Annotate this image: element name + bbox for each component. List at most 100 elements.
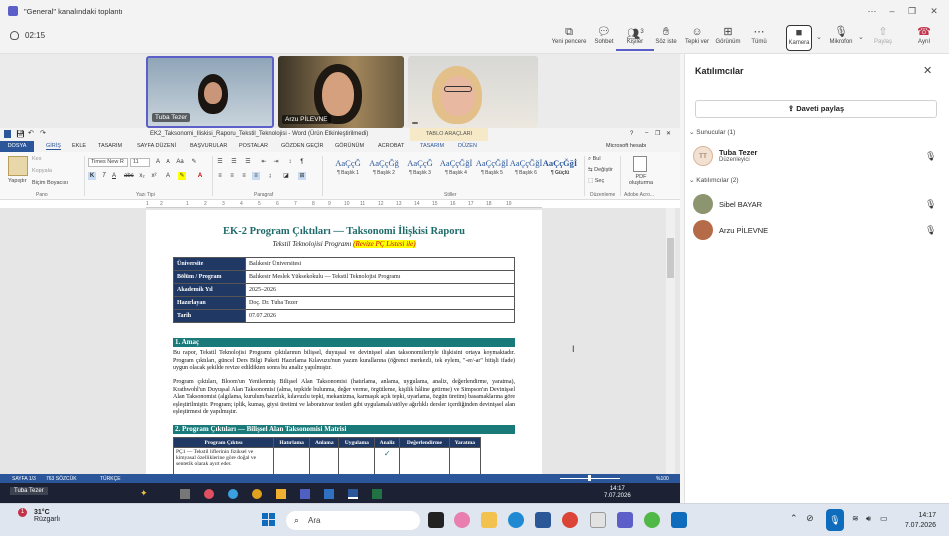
tab-gorunum[interactable]: GÖRÜNÜM [335, 143, 364, 149]
scrollbar-thumb[interactable] [667, 238, 674, 278]
undo-icon[interactable]: ↶ [28, 129, 34, 137]
shrink-font-icon[interactable]: A [164, 158, 172, 166]
align-center-icon[interactable]: ≡ [228, 172, 236, 180]
video-tile-arzu[interactable]: Arzu PİLEVNE [278, 56, 404, 128]
word-close-button[interactable]: ✕ [666, 130, 671, 137]
participant-row-tuba[interactable]: TT Tuba Tezer Düzenleyici 🎙︎ [693, 145, 943, 167]
camera-off-icon[interactable]: ⊘ [806, 513, 814, 523]
mic-options-chevron-icon[interactable]: ⌄ [858, 33, 864, 41]
edge-icon[interactable] [228, 489, 238, 499]
word-restore-button[interactable]: ❐ [655, 130, 660, 137]
mic-button[interactable]: 🎙︎ Mikrofon [822, 25, 860, 51]
show-marks-icon[interactable]: ¶ [298, 158, 306, 166]
mic-in-use-icon[interactable]: 🎙︎ [826, 509, 844, 531]
minimize-button[interactable]: – [884, 4, 900, 18]
word-minimize-button[interactable]: – [645, 130, 648, 136]
clear-format-icon[interactable]: ✎ [190, 158, 198, 166]
store-icon[interactable] [535, 512, 551, 528]
subscript-button[interactable]: x₂ [138, 172, 146, 180]
tab-postalar[interactable]: POSTALAR [239, 143, 268, 149]
more-button[interactable]: ⋯ Tümü [740, 25, 778, 51]
task-view-icon[interactable] [180, 489, 190, 499]
battery-icon[interactable]: ▭ [880, 514, 888, 523]
grow-font-icon[interactable]: A [154, 158, 162, 166]
align-right-icon[interactable]: ≡ [240, 172, 248, 180]
task-view-icon[interactable] [428, 512, 444, 528]
tray-chevron-icon[interactable]: ⌃ [790, 513, 798, 523]
increase-indent-icon[interactable]: ⇥ [272, 158, 280, 166]
teams-icon[interactable] [300, 489, 310, 499]
paste-icon[interactable] [8, 156, 28, 176]
align-left-icon[interactable]: ≡ [216, 172, 224, 180]
italic-button[interactable]: T [100, 172, 108, 180]
tab-acrobat[interactable]: ACROBAT [378, 143, 404, 149]
app-icon[interactable] [204, 489, 214, 499]
bullets-icon[interactable]: ☰ [216, 158, 224, 166]
select-button[interactable]: ⬚ Seç [588, 178, 604, 184]
participant-row-arzu[interactable]: Arzu PİLEVNE 🎙︎ [693, 219, 943, 241]
status-words[interactable]: 763 SÖZCÜK [46, 476, 77, 482]
participant-row-sibel[interactable]: Sibel BAYAR 🎙︎ [693, 193, 943, 215]
camera-options-chevron-icon[interactable]: ⌄ [816, 33, 822, 41]
word-taskbar-icon[interactable] [348, 489, 358, 499]
close-window-button[interactable]: ✕ [926, 4, 942, 18]
video-tile-tuba[interactable]: Tuba Tezer [146, 56, 274, 128]
justify-icon[interactable]: ≡ [252, 172, 260, 180]
video-tile-sibel[interactable] [408, 56, 538, 128]
underline-button[interactable]: A [110, 172, 118, 180]
help-icon[interactable]: ? [630, 131, 633, 137]
chrome-icon[interactable] [562, 512, 578, 528]
more-options-icon[interactable]: ⋯ [864, 4, 880, 18]
new-window-button[interactable]: ⧉ Yeni pencere [550, 25, 588, 51]
tab-ekle[interactable]: EKLE [72, 143, 86, 149]
shading-icon[interactable]: ◪ [282, 172, 290, 180]
font-name-select[interactable]: Times New R [88, 158, 128, 167]
taskbar-search[interactable]: ⌕ Ara [286, 511, 420, 530]
edge-icon[interactable] [508, 512, 524, 528]
snipping-tool-icon[interactable] [590, 512, 606, 528]
numbering-icon[interactable]: ☰ [230, 158, 238, 166]
taskbar-clock[interactable]: 14:17 7.07.2026 [896, 511, 936, 531]
restore-button[interactable]: ❐ [904, 4, 920, 18]
replace-button[interactable]: ⇆ Değiştir [588, 167, 613, 173]
chrome-icon[interactable] [252, 489, 262, 499]
font-color-icon[interactable]: A [196, 172, 204, 180]
volume-icon[interactable]: 🔊︎ [866, 514, 871, 524]
outlook-icon[interactable] [671, 512, 687, 528]
file-explorer-icon[interactable] [481, 512, 497, 528]
share-button[interactable]: ⇧ Paylaş [864, 25, 902, 51]
microsoft-account-link[interactable]: Microsoft hesabı [606, 143, 646, 149]
tab-giris[interactable]: GİRİŞ [46, 143, 61, 150]
text-effects-icon[interactable]: A [164, 172, 172, 180]
tab-table-tasarim[interactable]: TASARIM [420, 143, 444, 149]
tab-sayfa-duzeni[interactable]: SAYFA DÜZENİ [137, 143, 176, 149]
folder-icon[interactable] [276, 489, 286, 499]
style-strong[interactable]: AaÇçĞğİ ¶ Güçlü [538, 156, 582, 182]
line-spacing-icon[interactable]: ↨ [266, 172, 274, 180]
leave-button[interactable]: ☎︎ Ayrıl [905, 25, 943, 51]
tab-gozden-gecir[interactable]: GÖZDEN GEÇİR [281, 143, 323, 149]
multilevel-list-icon[interactable]: ☰ [244, 158, 252, 166]
format-painter-button[interactable]: Biçim Boyacısı [32, 180, 68, 186]
document-page[interactable]: EK-2 Program Çıktıları — Taksonomi İlişk… [146, 210, 542, 476]
close-icon[interactable]: ✕ [923, 64, 932, 77]
strikethrough-button[interactable]: abc [124, 172, 134, 180]
tab-dosya[interactable]: DOSYA [0, 141, 34, 152]
superscript-button[interactable]: x² [150, 172, 158, 180]
copilot-icon[interactable] [454, 512, 470, 528]
tab-table-duzen[interactable]: DÜZEN [458, 143, 477, 149]
camera-button[interactable]: ■ Kamera [786, 25, 812, 51]
status-language[interactable]: TÜRKÇE [100, 476, 121, 482]
sort-icon[interactable]: ↕ [286, 158, 294, 166]
document-scrollbar[interactable] [666, 208, 675, 474]
tab-tasarim[interactable]: TASARIM [98, 143, 122, 149]
borders-icon[interactable]: ⊞ [298, 172, 306, 180]
outlook-icon[interactable] [324, 489, 334, 499]
whatsapp-icon[interactable] [644, 512, 660, 528]
status-page[interactable]: SAYFA 1/3 [12, 476, 36, 482]
teams-icon[interactable] [617, 512, 633, 528]
find-button[interactable]: ⌕ Bul [588, 156, 601, 163]
cut-button[interactable]: Kes [32, 156, 41, 162]
status-zoom[interactable]: %100 [656, 476, 669, 482]
excel-icon[interactable] [372, 489, 382, 499]
